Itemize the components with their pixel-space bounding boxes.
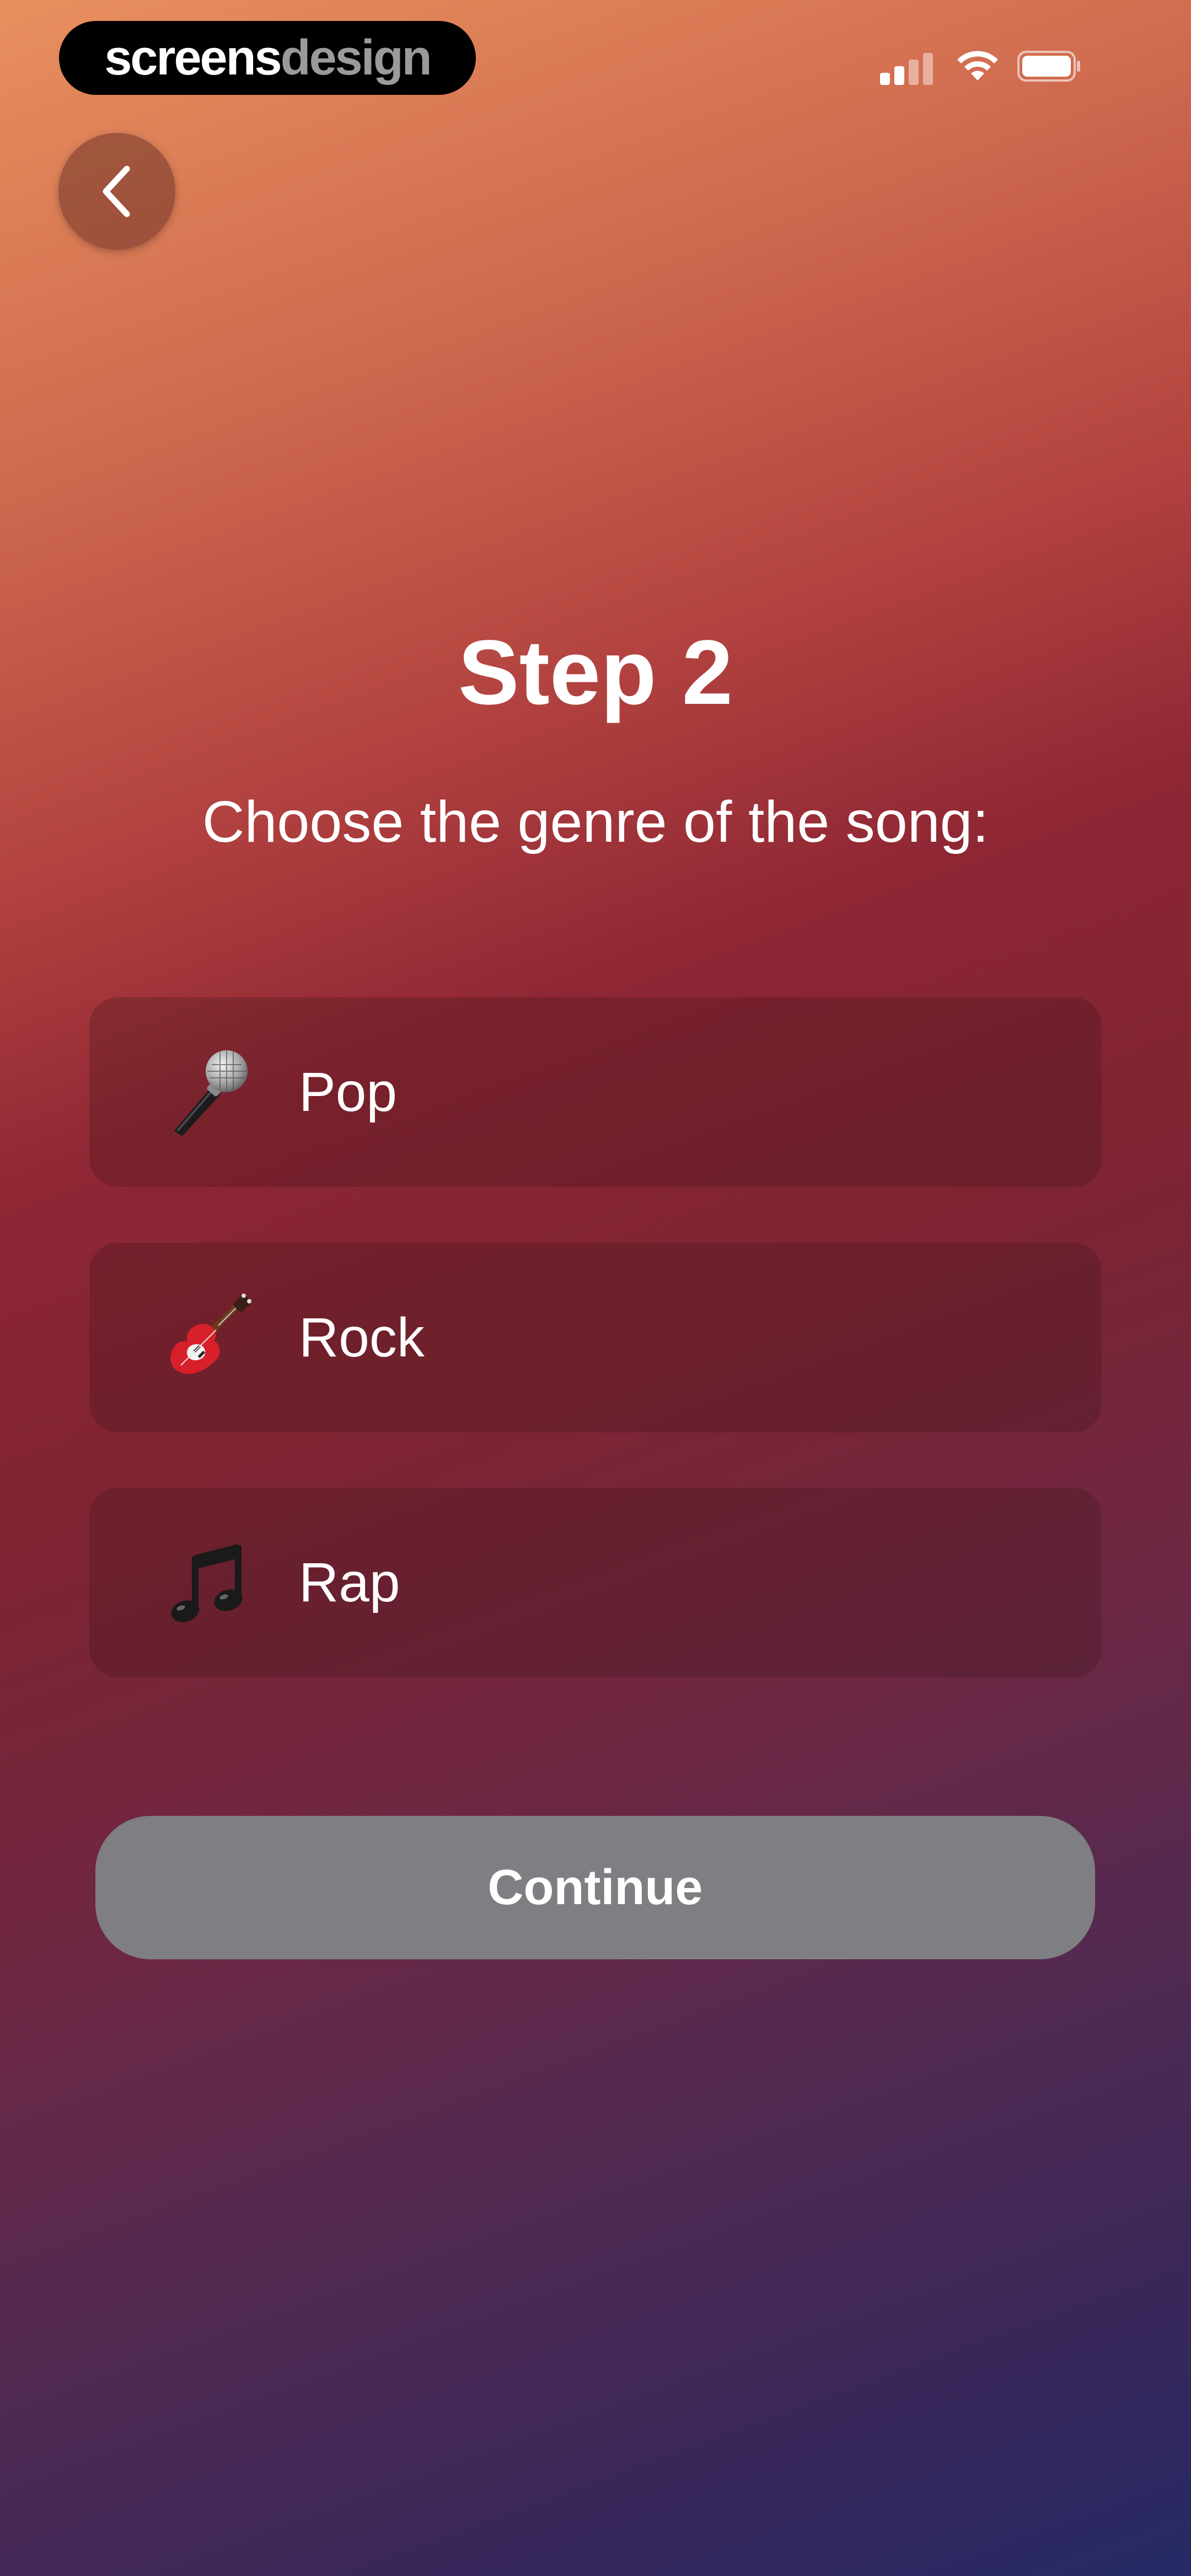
screensdesign-logo: screens design [59, 21, 476, 95]
music-notes-icon [171, 1544, 243, 1622]
genre-option-pop[interactable]: Pop [89, 997, 1102, 1187]
genre-option-rock[interactable]: Rock [89, 1243, 1102, 1433]
genre-option-label: Pop [299, 1061, 397, 1123]
microphone-icon [174, 1050, 248, 1136]
status-bar [860, 49, 1191, 87]
battery-icon [1017, 51, 1080, 82]
genre-option-label: Rap [299, 1552, 400, 1613]
logo-word-design: design [280, 30, 432, 85]
page-subtitle: Choose the genre of the song: [202, 789, 989, 854]
genre-option-label: Rock [299, 1307, 425, 1369]
continue-button[interactable]: Continue [95, 1816, 1095, 1959]
back-button[interactable] [58, 133, 175, 250]
cellular-signal-icon [880, 52, 935, 85]
chevron-left-icon [103, 165, 130, 217]
guitar-icon [170, 1294, 251, 1374]
wifi-icon [957, 51, 998, 81]
page-title: Step 2 [458, 622, 733, 724]
logo-word-screens: screens [104, 30, 282, 85]
genre-option-rap[interactable]: Rap [89, 1488, 1102, 1677]
